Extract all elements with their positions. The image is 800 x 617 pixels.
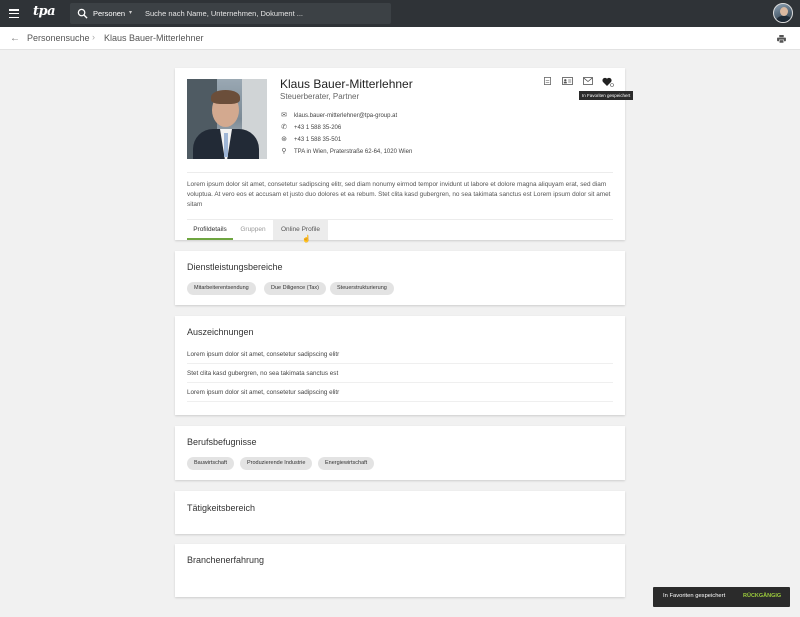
awards-card: Auszeichnungen Lorem ipsum dolor sit ame… — [175, 316, 625, 415]
mouse-cursor-icon: ☝ — [302, 236, 311, 243]
awards-title: Auszeichnungen — [187, 327, 254, 337]
qualification-chip[interactable]: Bauwirtschaft — [187, 457, 235, 470]
services-card: Dienstleistungsbereiche Mitarbeiterentse… — [175, 251, 625, 305]
services-title: Dienstleistungsbereiche — [187, 262, 283, 272]
tpa-logo[interactable]: tpa — [33, 4, 56, 19]
activity-title: Tätigkeitsbereich — [187, 503, 256, 513]
qualifications-card: Berufsbefugnisse Bauwirtschaft Produzier… — [175, 426, 625, 480]
profile-role: Steuerberater, Partner — [280, 92, 360, 101]
mail-icon[interactable] — [583, 77, 593, 85]
tab-profildetails[interactable]: Profildetails — [187, 220, 233, 240]
search-bar: Personen ▾ — [70, 3, 391, 24]
search-scope-select[interactable]: Personen — [93, 9, 125, 18]
qualification-chip[interactable]: Produzierende Industrie — [240, 457, 313, 470]
breadcrumb: ← Personensuche › Klaus Bauer-Mitterlehn… — [0, 27, 800, 50]
industry-title: Branchenerfahrung — [187, 555, 265, 565]
snackbar-message: In Favoriten gespeichert — [663, 593, 726, 599]
industry-card: Branchenerfahrung — [175, 544, 625, 597]
service-chip[interactable]: Steuerstrukturierung — [330, 282, 394, 295]
search-icon[interactable] — [77, 8, 88, 19]
caret-down-icon[interactable]: ▾ — [129, 9, 132, 16]
vcard-download-icon[interactable] — [543, 77, 552, 85]
breadcrumb-current: Klaus Bauer-Mitterlehner — [104, 33, 204, 43]
award-item: Lorem ipsum dolor sit amet, consetetur s… — [187, 383, 613, 402]
qualification-chip[interactable]: Energiewirtschaft — [318, 457, 375, 470]
mail-icon: ✉ — [281, 112, 287, 119]
print-icon[interactable] — [777, 35, 786, 43]
menu-icon[interactable] — [9, 9, 19, 19]
activity-card: Tätigkeitsbereich — [175, 491, 625, 534]
profile-description: Lorem ipsum dolor sit amet, consetetur s… — [187, 181, 611, 208]
breadcrumb-parent-link[interactable]: Personensuche — [27, 33, 90, 43]
service-chip[interactable]: Mitarbeiterentsendung — [187, 282, 256, 295]
qualifications-title: Berufsbefugnisse — [187, 437, 257, 447]
favorite-tooltip: In Favoriten gespeichert — [579, 91, 634, 100]
profile-card: Klaus Bauer-Mitterlehner Steuerberater, … — [175, 68, 625, 243]
profile-name: Klaus Bauer-Mitterlehner — [280, 77, 413, 91]
tab-online-profile[interactable]: Online Profile — [273, 220, 328, 240]
phone-icon: ✆ — [281, 124, 287, 131]
undo-button[interactable]: RÜCKGÄNGIG — [743, 593, 781, 599]
heart-favorite-icon[interactable] — [602, 77, 614, 87]
search-input[interactable] — [145, 6, 385, 21]
tab-gruppen[interactable]: Gruppen — [234, 220, 272, 240]
award-item: Stet clita kasd gubergren, no sea takima… — [187, 364, 613, 383]
contact-card-icon[interactable] — [562, 77, 573, 85]
divider — [187, 172, 613, 173]
award-item: Lorem ipsum dolor sit amet, consetetur s… — [187, 345, 613, 364]
arrow-back-icon[interactable]: ← — [10, 33, 20, 44]
fax-icon: ⊛ — [281, 136, 287, 143]
location-pin-icon: ⚲ — [281, 148, 287, 155]
user-avatar[interactable] — [773, 3, 793, 23]
snackbar: In Favoriten gespeichert RÜCKGÄNGIG — [653, 587, 790, 607]
top-app-bar: tpa Personen ▾ — [0, 0, 800, 27]
service-chip[interactable]: Due Diligence (Tax) — [264, 282, 326, 295]
chevron-right-icon: › — [92, 32, 95, 42]
profile-photo — [187, 79, 267, 159]
